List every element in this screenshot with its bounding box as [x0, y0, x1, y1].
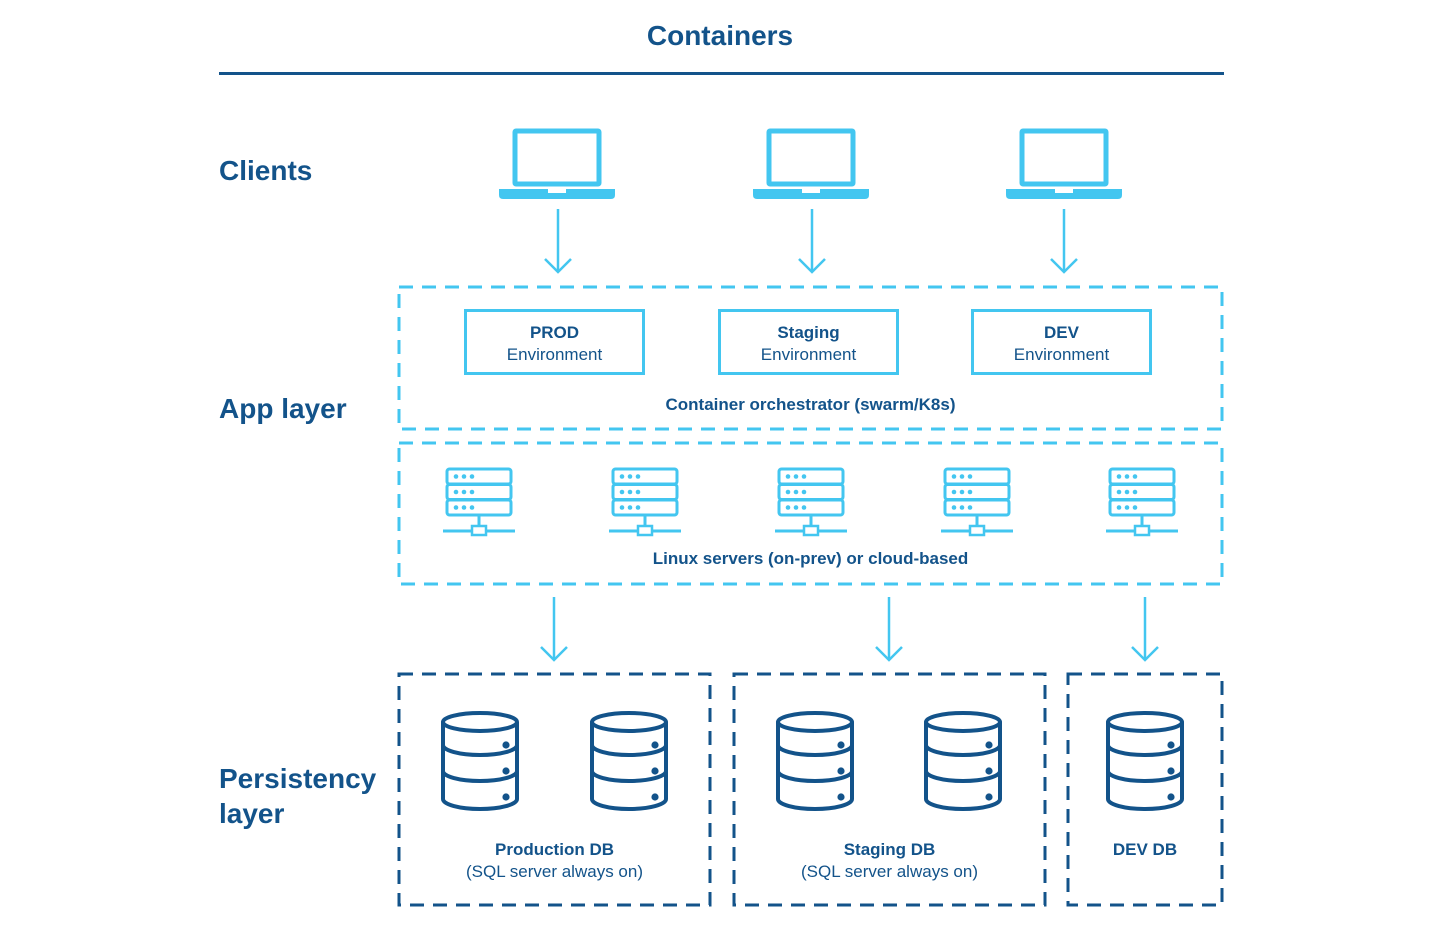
server-rack-icon — [775, 467, 847, 537]
env-sub: Environment — [1013, 345, 1110, 364]
flow-arrow — [544, 209, 572, 274]
db-name: DEV DB — [1112, 840, 1178, 859]
laptop-icon — [499, 128, 615, 199]
env-sub: Environment — [760, 345, 857, 364]
env-name: PROD — [529, 323, 580, 342]
database-icon — [776, 711, 854, 811]
flow-arrow — [1050, 209, 1078, 274]
db-sub: (SQL server always on) — [801, 862, 978, 881]
env-sub: Environment — [506, 345, 603, 364]
flow-arrow — [798, 209, 826, 274]
server-rack-icon — [1106, 467, 1178, 537]
laptop-icon — [753, 128, 869, 199]
env-name: Staging — [777, 323, 840, 342]
db-caption-dev: DEV DB — [1068, 839, 1222, 861]
server-rack-icon — [609, 467, 681, 537]
server-rack-icon — [941, 467, 1013, 537]
db-sub: (SQL server always on) — [466, 862, 643, 881]
diagram-canvas — [397, 128, 1224, 907]
env-box-dev: DEV Environment — [971, 309, 1152, 375]
db-name: Production DB — [495, 840, 614, 859]
db-group-boundary-dev — [1066, 672, 1224, 907]
orchestrator-caption: Container orchestrator (swarm/K8s) — [665, 395, 956, 414]
servers-caption: Linux servers (on-prev) or cloud-based — [652, 549, 969, 568]
db-caption-staging: Staging DB (SQL server always on) — [734, 839, 1045, 883]
db-name: Staging DB — [843, 840, 936, 859]
flow-arrow — [540, 597, 568, 662]
env-name: DEV — [1044, 323, 1079, 342]
laptop-icon — [1006, 128, 1122, 199]
flow-arrow — [875, 597, 903, 662]
db-caption-production: Production DB (SQL server always on) — [399, 839, 710, 883]
database-icon — [441, 711, 519, 811]
flow-arrow — [1131, 597, 1159, 662]
env-box-prod: PROD Environment — [464, 309, 645, 375]
server-rack-icon — [443, 467, 515, 537]
database-icon — [924, 711, 1002, 811]
database-icon — [1106, 711, 1184, 811]
env-box-staging: Staging Environment — [718, 309, 899, 375]
database-icon — [590, 711, 668, 811]
